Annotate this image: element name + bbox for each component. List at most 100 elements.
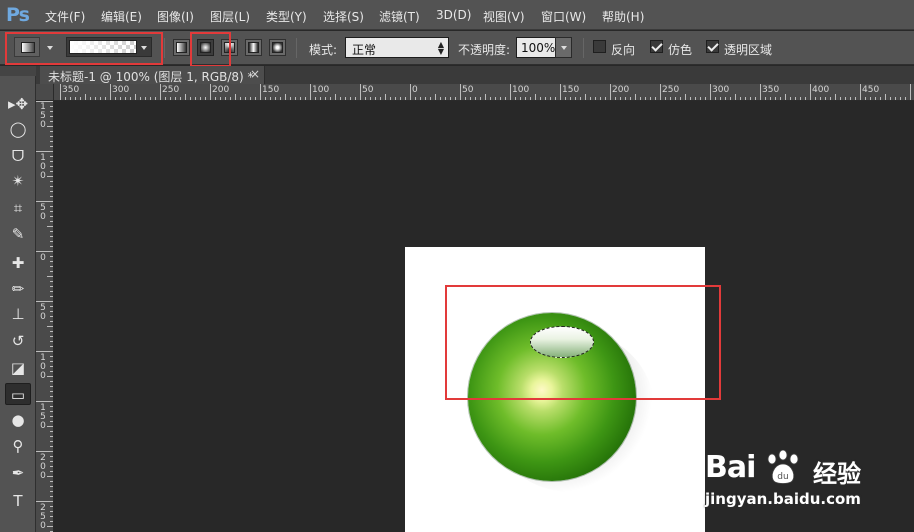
mode-select[interactable]: 正常 ▲ ▼: [345, 37, 449, 58]
ruler-tick: [205, 97, 206, 100]
ruler-tick: [440, 97, 441, 100]
menu-layer[interactable]: 图层(L): [210, 8, 250, 25]
pen-tool-icon[interactable]: ✒: [5, 462, 31, 484]
close-icon[interactable]: ×: [250, 67, 260, 81]
gradient-tool-icon[interactable]: ▭: [5, 383, 31, 405]
ruler-tick: [125, 97, 126, 100]
ruler-label: 0: [412, 85, 418, 95]
ruler-tick: [50, 346, 53, 347]
ruler-label: 100: [512, 85, 530, 95]
ruler-tick: [570, 97, 571, 100]
opacity-dropdown-button[interactable]: [555, 37, 572, 58]
menu-window[interactable]: 窗口(W): [541, 8, 586, 25]
ruler-label: 300: [712, 85, 730, 95]
history-brush-tool-icon[interactable]: ↺: [5, 330, 31, 352]
ruler-tick: [700, 97, 701, 100]
ruler-tick: [50, 461, 53, 462]
clone-stamp-tool-icon[interactable]: ⊥: [5, 303, 31, 325]
eyedropper-tool-icon[interactable]: ✎: [5, 223, 31, 245]
type-tool-icon[interactable]: T: [5, 490, 31, 512]
angle-gradient-button[interactable]: [221, 39, 238, 56]
ruler-tick: [260, 84, 261, 100]
ruler-tick: [50, 316, 53, 317]
marquee-tool-icon[interactable]: ◯: [5, 118, 31, 140]
ruler-origin[interactable]: [36, 84, 54, 101]
menu-filter[interactable]: 滤镜(T): [379, 8, 420, 25]
move-tool-icon[interactable]: ▸✥: [5, 93, 31, 115]
menu-edit[interactable]: 编辑(E): [101, 8, 142, 25]
ruler-tick: [780, 97, 781, 100]
chevron-down-icon: [561, 46, 567, 50]
ruler-tick: [525, 97, 526, 100]
document-title: 未标题-1 @ 100% (图层 1, RGB/8) *: [48, 70, 254, 84]
transparency-checkbox[interactable]: [706, 40, 719, 53]
eraser-tool-icon[interactable]: ◪: [5, 357, 31, 379]
ruler-tick: [685, 94, 686, 100]
ruler-tick: [115, 97, 116, 100]
ruler-tick: [390, 97, 391, 100]
ruler-tick: [50, 406, 53, 407]
ruler-tick: [50, 146, 53, 147]
radial-gradient-button[interactable]: [197, 39, 214, 56]
ruler-tick: [50, 331, 53, 332]
document-tab[interactable]: 未标题-1 @ 100% (图层 1, RGB/8) * ×: [40, 66, 265, 84]
ruler-tick: [670, 97, 671, 100]
tool-preset-picker[interactable]: [14, 37, 40, 57]
ruler-tick: [690, 97, 691, 100]
menu-help[interactable]: 帮助(H): [602, 8, 644, 25]
menu-3d[interactable]: 3D(D): [436, 8, 471, 22]
blur-tool-icon[interactable]: ●: [5, 409, 31, 431]
brush-tool-icon[interactable]: ✏: [5, 278, 31, 300]
gradient-picker[interactable]: [66, 37, 152, 57]
chevron-down-icon[interactable]: [47, 46, 53, 50]
gradient-swatch[interactable]: [69, 40, 137, 54]
ruler-tick: [870, 97, 871, 100]
ruler-tick: [36, 151, 53, 152]
ruler-tick: [360, 84, 361, 100]
linear-gradient-button[interactable]: [173, 39, 190, 56]
ruler-tick: [830, 97, 831, 100]
ruler-tick: [755, 97, 756, 100]
ruler-tick: [47, 126, 53, 127]
healing-brush-tool-icon[interactable]: ✚: [5, 252, 31, 274]
ruler-tick: [315, 97, 316, 100]
ruler-tick: [560, 84, 561, 100]
ruler-tick: [50, 111, 53, 112]
diamond-gradient-button[interactable]: [269, 39, 286, 56]
dodge-tool-icon[interactable]: ⚲: [5, 435, 31, 457]
opacity-input[interactable]: 100%: [516, 37, 556, 58]
ruler-tick: [395, 97, 396, 100]
ruler-tick: [835, 94, 836, 100]
ruler-tick: [50, 356, 53, 357]
magic-wand-tool-icon[interactable]: ✴: [5, 170, 31, 192]
ruler-tick: [650, 97, 651, 100]
menu-file[interactable]: 文件(F): [45, 8, 85, 25]
ruler-tick: [65, 97, 66, 100]
ruler-tick: [475, 97, 476, 100]
ruler-tick: [435, 94, 436, 100]
elliptical-selection[interactable]: [530, 326, 594, 358]
menu-image[interactable]: 图像(I): [157, 8, 194, 25]
chevron-down-icon[interactable]: [141, 46, 147, 50]
horizontal-ruler[interactable]: 350 300 250 200 150 100 50 0 50 100 150 200 250 300 35…: [54, 84, 914, 101]
crop-tool-icon[interactable]: ⌗: [5, 197, 31, 219]
ruler-tick: [250, 97, 251, 100]
ruler-tick: [245, 97, 246, 100]
ruler-tick: [50, 311, 53, 312]
ruler-tick: [365, 97, 366, 100]
menu-view[interactable]: 视图(V): [483, 8, 525, 25]
dither-checkbox[interactable]: [650, 40, 663, 53]
ruler-label: 250: [162, 85, 180, 95]
vertical-ruler[interactable]: 15010050050100150200250: [36, 101, 54, 532]
menu-select[interactable]: 选择(S): [323, 8, 364, 25]
ruler-tick: [50, 371, 53, 372]
angle-gradient-icon: [224, 42, 235, 53]
panel-grip[interactable]: [0, 66, 36, 76]
ruler-tick: [47, 476, 53, 477]
reverse-checkbox[interactable]: [593, 40, 606, 53]
lasso-tool-icon[interactable]: ᗜ: [5, 145, 31, 167]
menu-type[interactable]: 类型(Y): [266, 8, 307, 25]
opacity-label: 不透明度:: [458, 43, 511, 57]
ruler-tick: [210, 84, 211, 100]
reflected-gradient-button[interactable]: [245, 39, 262, 56]
